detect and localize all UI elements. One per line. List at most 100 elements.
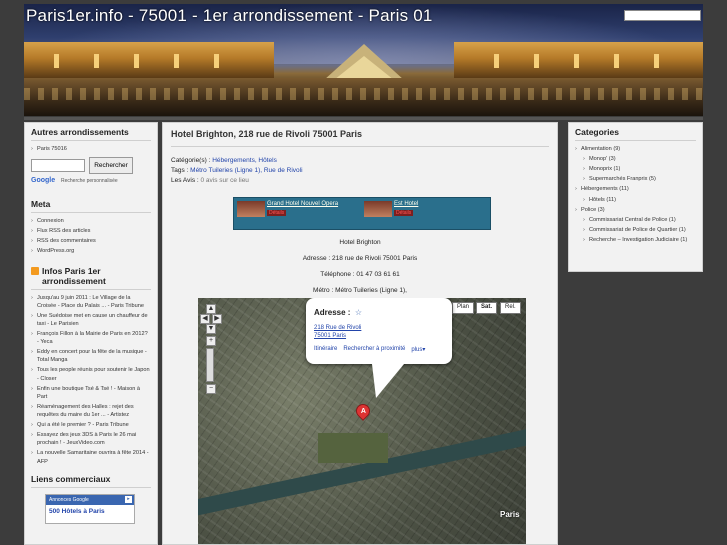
ad-close-icon[interactable]: ▸ bbox=[125, 495, 132, 503]
hotel-ad-link[interactable]: Grand Hotel Nouvel Opera bbox=[267, 201, 338, 207]
categories-list: Alimentation (9) Monop' (3) Monoprix (1)… bbox=[575, 145, 696, 244]
arrondissement-link[interactable]: Paris 75016 bbox=[31, 145, 151, 153]
site-title[interactable]: Paris1er.info - 75001 - 1er arrondisseme… bbox=[26, 6, 433, 26]
hotel-ad-details[interactable]: Détails bbox=[394, 210, 414, 217]
category-link[interactable]: Alimentation (9) bbox=[575, 145, 696, 153]
post-title[interactable]: Hotel Brighton, 218 rue de Rivoli 75001 … bbox=[171, 129, 549, 147]
header-window bbox=[574, 54, 579, 68]
arrondissements-title: Autres arrondissements bbox=[31, 127, 151, 141]
map-type-relief[interactable]: Rel. bbox=[500, 302, 521, 314]
hotel-info: Hotel Brighton Adresse : 218 rue de Rivo… bbox=[171, 239, 549, 294]
category-link[interactable]: Commissariat de Police de Quartier (1) bbox=[575, 226, 696, 234]
google-map[interactable]: ▲ ◀ ▶ ▼ + − Plan Sat. Rel. Adresse : ☆ 2… bbox=[198, 298, 526, 544]
category-link[interactable]: Police (3) bbox=[575, 206, 696, 214]
popup-nearby-link[interactable]: Rechercher à proximité bbox=[343, 346, 405, 353]
header-window bbox=[214, 54, 219, 68]
category-link[interactable]: Hôtels (11) bbox=[575, 196, 696, 204]
popup-address-line2[interactable]: 75001 Paris bbox=[314, 332, 444, 340]
hotel-metro: Métro : Métro Tuileries (Ligne 1), bbox=[313, 287, 407, 295]
avis-label: Les Avis : bbox=[171, 176, 199, 184]
google-search-button[interactable]: Rechercher bbox=[89, 157, 133, 175]
category-link[interactable]: Monoprix (1) bbox=[575, 165, 696, 173]
meta-list: Connexion Flux RSS des articles RSS des … bbox=[31, 217, 151, 256]
categories-line: Catégorie(s) : Hébergements, Hôtels bbox=[171, 156, 549, 166]
hotel-phone: Téléphone : 01 47 03 61 61 bbox=[320, 271, 400, 279]
meta-link[interactable]: Connexion bbox=[31, 217, 151, 225]
header-window bbox=[174, 54, 179, 68]
news-link[interactable]: Réaménagement des Halles : rejet des req… bbox=[31, 403, 151, 419]
pan-right-icon[interactable]: ▶ bbox=[212, 314, 222, 324]
tags-label: Tags : bbox=[171, 166, 189, 174]
hotel-thumbnail[interactable] bbox=[364, 201, 392, 218]
site-header: Paris1er.info - 75001 - 1er arrondisseme… bbox=[24, 4, 703, 116]
hotel-name: Hotel Brighton bbox=[339, 239, 381, 247]
header-window bbox=[134, 54, 139, 68]
google-ad-box: Annonces Google ▸ 500 Hôtels à Paris bbox=[45, 493, 135, 524]
popup-more-link[interactable]: plus▾ bbox=[411, 346, 425, 353]
meta-link[interactable]: RSS des commentaires bbox=[31, 237, 151, 245]
header-window bbox=[614, 54, 619, 68]
map-info-window: Adresse : ☆ 218 Rue de Rivoli 75001 Pari… bbox=[306, 298, 452, 398]
category-link[interactable]: Recherche – Investigation Judiciaire (1) bbox=[575, 236, 696, 244]
categories-links[interactable]: Hébergements, Hôtels bbox=[212, 157, 277, 164]
category-link[interactable]: Commissariat Central de Police (1) bbox=[575, 216, 696, 224]
meta-link[interactable]: Flux RSS des articles bbox=[31, 227, 151, 235]
header-window bbox=[534, 54, 539, 68]
map-type-plan[interactable]: Plan bbox=[452, 302, 475, 314]
header-window bbox=[654, 54, 659, 68]
popup-actions: Itinéraire Rechercher à proximité plus▾ bbox=[314, 346, 425, 353]
header-divider bbox=[24, 117, 703, 120]
rss-icon[interactable] bbox=[31, 266, 39, 275]
popup-header: Adresse : ☆ bbox=[314, 302, 444, 320]
popup-address-line1[interactable]: 218 Rue de Rivoli bbox=[314, 324, 444, 332]
meta-title: Meta bbox=[31, 199, 151, 214]
arrondissements-list: Paris 75016 bbox=[31, 145, 151, 153]
zoom-in-icon[interactable]: + bbox=[206, 336, 216, 346]
news-link[interactable]: Jusqu'au 9 juin 2011 : Le Village de la … bbox=[31, 294, 151, 310]
header-reflection bbox=[24, 88, 703, 100]
news-link[interactable]: Essayez des jeux 3DS à Paris le 26 mai p… bbox=[31, 431, 151, 447]
news-link[interactable]: Tous les people réunis pour soutenir le … bbox=[31, 366, 151, 382]
hotel-address: Adresse : 218 rue de Rivoli 75001 Paris bbox=[302, 255, 418, 263]
news-link[interactable]: François Fillon à la Mairie de Paris en … bbox=[31, 330, 151, 346]
ad-header[interactable]: Annonces Google bbox=[46, 494, 134, 505]
tags-links[interactable]: Métro Tuileries (Ligne 1), Rue de Rivoli bbox=[190, 167, 302, 174]
tags-line: Tags : Métro Tuileries (Ligne 1), Rue de… bbox=[171, 166, 549, 176]
header-pyramid-light bbox=[334, 56, 394, 80]
pan-left-icon[interactable]: ◀ bbox=[200, 314, 210, 324]
main-content: Hotel Brighton, 218 rue de Rivoli 75001 … bbox=[162, 122, 558, 545]
news-link[interactable]: Eddy en concert pour la fête de la musiq… bbox=[31, 348, 151, 364]
category-link[interactable]: Monop' (3) bbox=[575, 155, 696, 163]
header-building-left bbox=[24, 42, 274, 78]
header-search-input[interactable] bbox=[624, 10, 701, 21]
hotel-ad-details[interactable]: Détails bbox=[267, 210, 287, 217]
avis-line: Les Avis : 0 avis sur ce lieu bbox=[171, 176, 549, 186]
marker-label: A bbox=[360, 407, 366, 415]
map-type-satellite[interactable]: Sat. bbox=[476, 302, 498, 314]
category-link[interactable]: Supermarchés Franprix (5) bbox=[575, 175, 696, 183]
left-sidebar: Autres arrondissements Paris 75016 Reche… bbox=[24, 122, 158, 545]
header-window bbox=[494, 54, 499, 68]
zoom-out-icon[interactable]: − bbox=[206, 384, 216, 394]
news-link[interactable]: Enfin une boutique Tsé & Tsé ! - Maison … bbox=[31, 385, 151, 401]
pan-up-icon[interactable]: ▲ bbox=[206, 304, 216, 314]
ad-link[interactable]: 500 Hôtels à Paris bbox=[46, 505, 134, 518]
pan-down-icon[interactable]: ▼ bbox=[206, 324, 216, 334]
liens-title: Liens commerciaux bbox=[31, 474, 151, 488]
google-search-input[interactable] bbox=[31, 159, 85, 173]
star-icon[interactable]: ☆ bbox=[355, 308, 362, 317]
meta-link[interactable]: WordPress.org bbox=[31, 247, 151, 255]
hotel-ad-link[interactable]: Est Hotel bbox=[394, 201, 418, 207]
news-link[interactable]: La nouvelle Samaritaine ouvrira à fête 2… bbox=[31, 449, 151, 465]
right-sidebar: Categories Alimentation (9) Monop' (3) M… bbox=[568, 122, 703, 272]
map-city-label: Paris bbox=[500, 510, 520, 519]
category-link[interactable]: Hébergements (11) bbox=[575, 185, 696, 193]
infos-title[interactable]: Infos Paris 1er arrondissement bbox=[42, 266, 151, 286]
hotel-thumbnail[interactable] bbox=[237, 201, 265, 218]
popup-directions-link[interactable]: Itinéraire bbox=[314, 346, 337, 353]
zoom-slider[interactable] bbox=[206, 348, 214, 382]
google-logo: Google bbox=[31, 177, 56, 185]
map-marker-icon[interactable]: A bbox=[353, 401, 373, 421]
news-link[interactable]: Une Suédoise met en cause un chauffeur d… bbox=[31, 312, 151, 328]
news-link[interactable]: Qui a été le premier ? - Paris Tribune bbox=[31, 421, 151, 429]
